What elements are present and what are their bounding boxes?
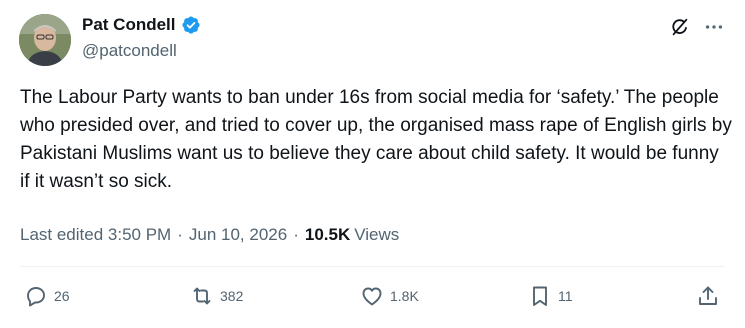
reply-button[interactable]: 26 — [24, 284, 70, 308]
top-icons — [669, 16, 725, 38]
like-count: 1.8K — [390, 288, 419, 304]
handle[interactable]: @patcondell — [82, 41, 177, 61]
share-button[interactable] — [696, 284, 720, 308]
separator: · — [177, 225, 183, 244]
avatar[interactable] — [19, 14, 71, 66]
reply-icon — [24, 284, 48, 308]
action-bar: 26 382 1.8K 11 — [0, 284, 745, 314]
author-name-row: Pat Condell — [82, 15, 201, 35]
divider — [20, 266, 725, 267]
like-button[interactable]: 1.8K — [360, 284, 419, 308]
views-count: 10.5K — [304, 225, 351, 244]
repost-button[interactable]: 382 — [190, 284, 243, 308]
repost-icon — [190, 284, 214, 308]
separator: · — [293, 225, 299, 244]
bookmark-count: 11 — [558, 288, 573, 304]
views-label: Views — [354, 225, 400, 244]
repost-count: 382 — [220, 288, 244, 304]
tweet-date[interactable]: Jun 10, 2026 — [189, 225, 287, 245]
tweet-meta: Last edited 3:50 PM · Jun 10, 2026 · 10.… — [20, 225, 399, 245]
bookmark-button[interactable]: 11 — [528, 284, 573, 308]
tweet-text: The Labour Party wants to ban under 16s … — [20, 87, 732, 192]
grok-icon[interactable] — [669, 16, 691, 38]
tweet-card: Pat Condell @patcondell The Labour Party… — [0, 0, 745, 328]
share-icon — [696, 284, 720, 308]
reply-count: 26 — [54, 288, 70, 304]
like-icon — [360, 284, 384, 308]
edited-time[interactable]: Last edited 3:50 PM — [20, 225, 171, 245]
more-icon[interactable] — [703, 16, 725, 38]
display-name[interactable]: Pat Condell — [82, 15, 176, 35]
verified-badge-icon — [181, 15, 201, 35]
bookmark-icon — [528, 284, 552, 308]
